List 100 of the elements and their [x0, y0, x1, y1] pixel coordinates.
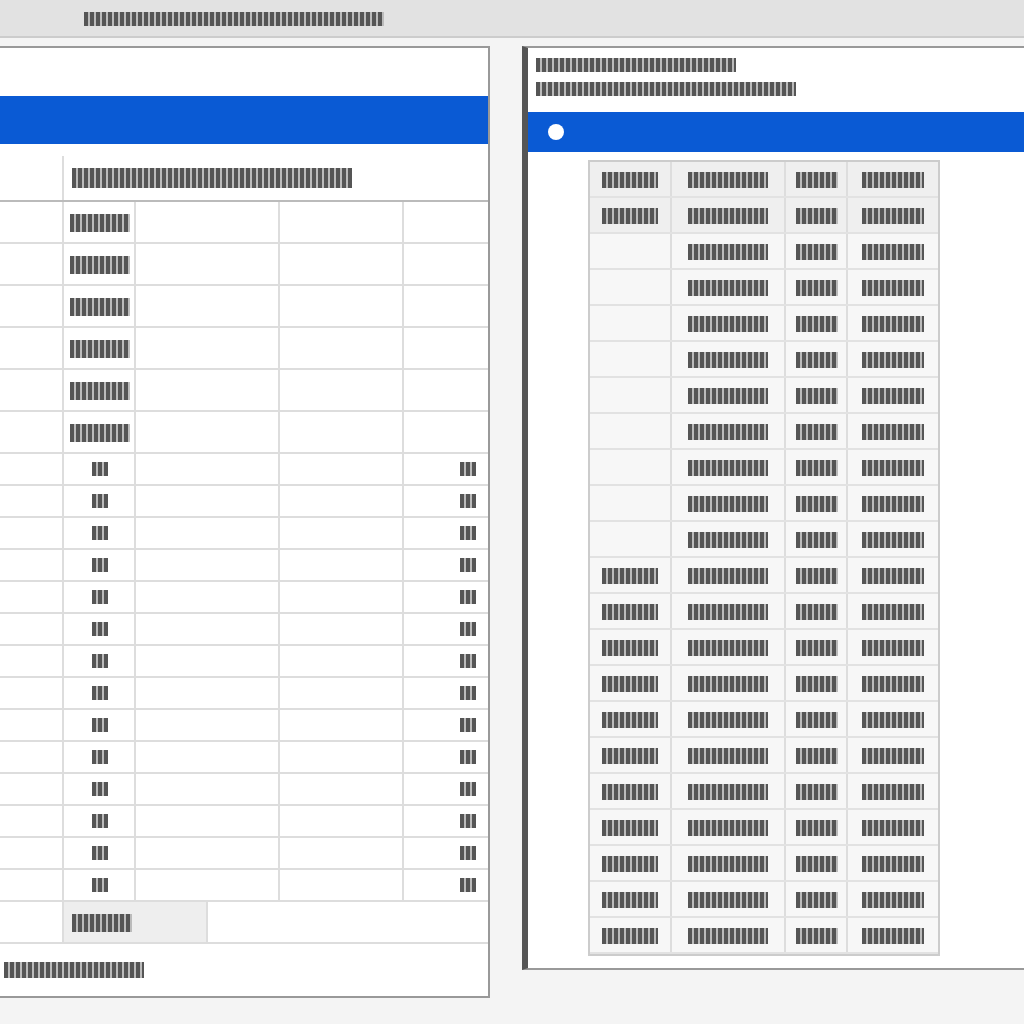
blurred-text	[91, 750, 107, 764]
blurred-text	[688, 639, 768, 655]
blurred-text	[460, 654, 476, 668]
blurred-text	[795, 675, 837, 691]
blurred-text	[861, 531, 925, 547]
blurred-text	[795, 819, 837, 835]
blurred-text	[602, 603, 658, 619]
blurred-text	[91, 526, 107, 540]
blurred-text	[602, 855, 658, 871]
blurred-text	[795, 495, 837, 511]
blurred-text	[602, 639, 658, 655]
blurred-text	[795, 747, 837, 763]
blurred-text	[688, 855, 768, 871]
blurred-text	[602, 207, 658, 223]
blurred-text	[861, 207, 925, 223]
blurred-text	[91, 846, 107, 860]
blurred-text	[861, 387, 925, 403]
blurred-text	[91, 878, 107, 892]
blurred-text	[688, 567, 768, 583]
blurred-text	[91, 462, 107, 476]
blurred-text	[795, 783, 837, 799]
blurred-text	[861, 279, 925, 295]
blurred-text	[69, 255, 129, 273]
blurred-text	[69, 339, 129, 357]
blurred-text	[91, 558, 107, 572]
blurred-text	[460, 782, 476, 796]
blurred-text	[795, 639, 837, 655]
blurred-text	[460, 526, 476, 540]
blurred-text	[602, 711, 658, 727]
blurred-text	[688, 927, 768, 943]
blurred-text	[861, 243, 925, 259]
blurred-text	[688, 423, 768, 439]
blurred-text	[795, 387, 837, 403]
blurred-text	[602, 927, 658, 943]
blurred-text	[460, 846, 476, 860]
blurred-text	[861, 891, 925, 907]
blurred-text	[460, 590, 476, 604]
blurred-text	[688, 711, 768, 727]
blurred-text	[688, 315, 768, 331]
blurred-text	[861, 855, 925, 871]
blurred-text	[795, 171, 837, 187]
blurred-text	[460, 462, 476, 476]
blurred-text	[861, 459, 925, 475]
blurred-text	[91, 686, 107, 700]
blurred-text	[460, 558, 476, 572]
blurred-text	[602, 783, 658, 799]
blurred-text	[861, 927, 925, 943]
blurred-text	[861, 675, 925, 691]
blurred-text	[688, 459, 768, 475]
blurred-text	[602, 675, 658, 691]
blurred-text	[795, 459, 837, 475]
blurred-text	[602, 747, 658, 763]
blurred-text	[69, 423, 129, 441]
blurred-text	[91, 782, 107, 796]
blurred-text	[688, 891, 768, 907]
blurred-text	[460, 686, 476, 700]
blurred-text	[861, 747, 925, 763]
blurred-text	[688, 207, 768, 223]
blurred-text	[688, 243, 768, 259]
blurred-text	[861, 567, 925, 583]
blurred-text	[4, 962, 144, 978]
blurred-text	[602, 819, 658, 835]
blurred-text	[688, 747, 768, 763]
blurred-text	[688, 819, 768, 835]
blurred-text	[861, 783, 925, 799]
blurred-text	[861, 603, 925, 619]
blurred-text	[91, 590, 107, 604]
blurred-text	[861, 351, 925, 367]
blurred-text	[460, 718, 476, 732]
blurred-text	[688, 783, 768, 799]
blurred-text	[602, 567, 658, 583]
blurred-text	[688, 531, 768, 547]
blurred-text	[861, 819, 925, 835]
blurred-text	[69, 213, 129, 231]
blurred-text	[72, 913, 132, 931]
blurred-text	[69, 297, 129, 315]
blurred-text	[795, 891, 837, 907]
blurred-text	[688, 495, 768, 511]
blurred-text	[602, 891, 658, 907]
blurred-text	[861, 639, 925, 655]
blurred-text	[688, 675, 768, 691]
blurred-text	[795, 603, 837, 619]
blurred-text	[91, 814, 107, 828]
blurred-text	[91, 494, 107, 508]
blurred-text	[460, 494, 476, 508]
blurred-text	[861, 423, 925, 439]
blurred-text	[688, 387, 768, 403]
blurred-text	[688, 171, 768, 187]
blurred-text	[795, 567, 837, 583]
blurred-text	[861, 171, 925, 187]
blurred-text	[460, 814, 476, 828]
blurred-text	[795, 315, 837, 331]
blurred-text	[91, 718, 107, 732]
blurred-text	[69, 381, 129, 399]
circle-icon	[548, 123, 564, 140]
blurred-text	[795, 279, 837, 295]
blurred-text	[688, 279, 768, 295]
blurred-text	[861, 711, 925, 727]
blurred-text	[460, 878, 476, 892]
blurred-text	[861, 315, 925, 331]
